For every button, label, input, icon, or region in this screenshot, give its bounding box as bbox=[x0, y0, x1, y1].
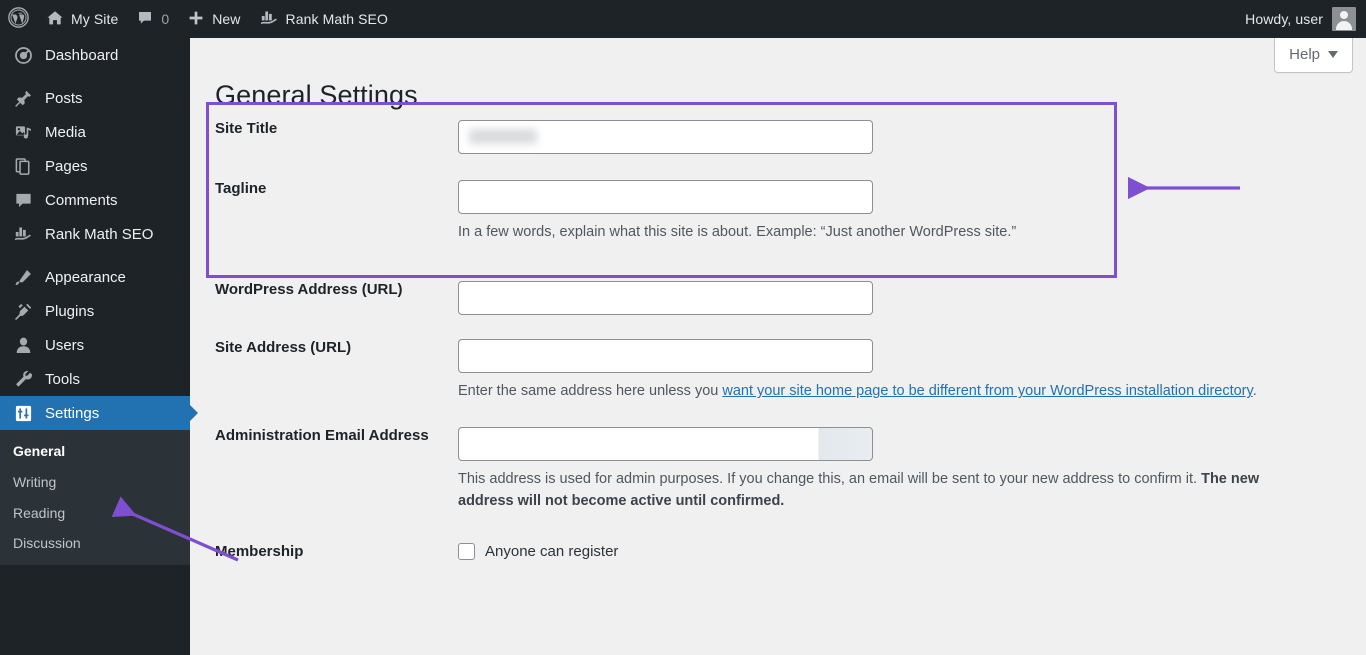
admin-bar-comments[interactable]: 0 bbox=[127, 0, 178, 38]
site-address-input[interactable] bbox=[458, 339, 873, 374]
tagline-label: Tagline bbox=[215, 180, 267, 197]
sidebar-item-plugins[interactable]: Plugins bbox=[0, 294, 190, 328]
site-address-desc-after: . bbox=[1252, 383, 1257, 400]
field-row-site-address: Site Address (URL) Enter the same addres… bbox=[190, 339, 1366, 402]
admin-sidebar: Dashboard Posts Media Pages Comments Rank Mat… bbox=[0, 38, 198, 655]
site-address-description: Enter the same address here unless you w… bbox=[458, 380, 1303, 402]
admin-bar-new[interactable]: New bbox=[178, 0, 249, 38]
settings-submenu: General Writing Reading Discussion bbox=[0, 430, 190, 566]
sidebar-item-label: Settings bbox=[45, 404, 100, 422]
admin-bar-site-name[interactable]: My Site bbox=[37, 0, 127, 38]
wordpress-address-input[interactable] bbox=[458, 281, 873, 316]
plus-icon bbox=[187, 9, 205, 30]
sidebar-item-dashboard[interactable]: Dashboard bbox=[0, 38, 190, 72]
sidebar-item-pages[interactable]: Pages bbox=[0, 149, 190, 183]
comment-bubble-icon bbox=[13, 190, 33, 210]
field-row-tagline: Tagline In a few words, explain what thi… bbox=[190, 180, 1366, 243]
sidebar-item-label: Comments bbox=[45, 191, 118, 209]
sidebar-item-tools[interactable]: Tools bbox=[0, 362, 190, 396]
help-tab-button[interactable]: Help bbox=[1274, 38, 1353, 73]
admin-email-desc-normal: This address is used for admin purposes.… bbox=[458, 470, 1202, 487]
field-row-admin-email: Administration Email Address This addres… bbox=[190, 426, 1366, 513]
field-row-wordpress-address: WordPress Address (URL) bbox=[190, 281, 1366, 316]
sidebar-item-label: Appearance bbox=[45, 268, 126, 286]
submenu-item-writing[interactable]: Writing bbox=[0, 467, 190, 498]
rank-math-icon bbox=[13, 224, 33, 244]
dashboard-icon bbox=[13, 45, 33, 65]
membership-checkbox-row[interactable]: Anyone can register bbox=[458, 542, 1346, 560]
sidebar-item-comments[interactable]: Comments bbox=[0, 183, 190, 217]
wrench-icon bbox=[13, 369, 33, 389]
field-row-site-title: Site Title bbox=[190, 120, 1366, 154]
sidebar-item-label: Posts bbox=[45, 89, 83, 107]
anyone-can-register-label: Anyone can register bbox=[485, 542, 619, 560]
plugin-plug-icon bbox=[13, 301, 33, 321]
admin-bar-rank-math-label: Rank Math SEO bbox=[285, 11, 388, 27]
tagline-description: In a few words, explain what this site i… bbox=[458, 224, 1017, 240]
sidebar-item-label: Rank Math SEO bbox=[45, 225, 154, 243]
chevron-down-icon bbox=[1328, 51, 1338, 58]
sidebar-item-label: Dashboard bbox=[45, 46, 119, 64]
sidebar-item-label: Plugins bbox=[45, 302, 95, 320]
avatar bbox=[1332, 7, 1356, 31]
admin-email-description: This address is used for admin purposes.… bbox=[458, 468, 1303, 513]
sidebar-item-label: Tools bbox=[45, 370, 81, 388]
site-title-redacted-value bbox=[469, 129, 537, 144]
comment-bubble-icon bbox=[136, 9, 154, 30]
settings-sliders-icon bbox=[13, 403, 33, 423]
sidebar-item-posts[interactable]: Posts bbox=[0, 81, 190, 115]
pages-icon bbox=[13, 156, 33, 176]
pin-icon bbox=[13, 88, 33, 108]
tagline-input[interactable] bbox=[458, 180, 873, 214]
content-area: Help General Settings Site Title Tagline bbox=[190, 38, 1366, 655]
submenu-item-general[interactable]: General bbox=[0, 436, 190, 467]
site-title-label: Site Title bbox=[215, 120, 278, 137]
sidebar-item-rank-math-seo[interactable]: Rank Math SEO bbox=[0, 217, 190, 251]
screen: My Site 0 New Rank Math SEO Howdy, user … bbox=[0, 0, 1366, 655]
user-icon bbox=[13, 335, 33, 355]
home-icon bbox=[46, 9, 64, 30]
media-icon bbox=[13, 122, 33, 142]
field-row-membership: Membership Anyone can register bbox=[190, 542, 1366, 560]
sidebar-item-label: Users bbox=[45, 336, 85, 354]
general-settings-form: Site Title Tagline In a few words, expla… bbox=[190, 102, 1366, 560]
admin-email-label: Administration Email Address bbox=[215, 426, 429, 444]
sidebar-item-users[interactable]: Users bbox=[0, 328, 190, 362]
sidebar-item-media[interactable]: Media bbox=[0, 115, 190, 149]
membership-label: Membership bbox=[215, 542, 304, 560]
wordpress-logo-button[interactable] bbox=[0, 0, 37, 38]
submenu-item-reading[interactable]: Reading bbox=[0, 498, 190, 529]
admin-bar-new-label: New bbox=[212, 11, 241, 27]
admin-email-input[interactable] bbox=[458, 426, 873, 461]
wordpress-logo-icon bbox=[8, 7, 29, 31]
howdy-label: Howdy, user bbox=[1245, 11, 1323, 27]
admin-bar-account[interactable]: Howdy, user bbox=[1245, 7, 1366, 31]
rank-math-icon bbox=[259, 9, 279, 30]
admin-bar-comment-count: 0 bbox=[161, 11, 170, 27]
admin-bar: My Site 0 New Rank Math SEO Howdy, user bbox=[0, 0, 1366, 38]
appearance-brush-icon bbox=[13, 267, 33, 287]
sidebar-item-appearance[interactable]: Appearance bbox=[0, 260, 190, 294]
site-address-desc-before: Enter the same address here unless you bbox=[458, 383, 723, 400]
wordpress-address-label: WordPress Address (URL) bbox=[215, 281, 403, 299]
sidebar-item-settings[interactable]: Settings bbox=[0, 396, 198, 430]
admin-bar-rank-math[interactable]: Rank Math SEO bbox=[250, 0, 397, 38]
site-address-help-link[interactable]: want your site home page to be different… bbox=[722, 383, 1252, 399]
submenu-item-discussion[interactable]: Discussion bbox=[0, 528, 190, 559]
help-tab-label: Help bbox=[1289, 46, 1320, 63]
sidebar-item-label: Pages bbox=[45, 157, 88, 175]
anyone-can-register-checkbox[interactable] bbox=[458, 542, 475, 560]
sidebar-item-label: Media bbox=[45, 123, 86, 141]
admin-bar-site-name-label: My Site bbox=[71, 11, 119, 27]
site-address-label: Site Address (URL) bbox=[215, 339, 352, 357]
